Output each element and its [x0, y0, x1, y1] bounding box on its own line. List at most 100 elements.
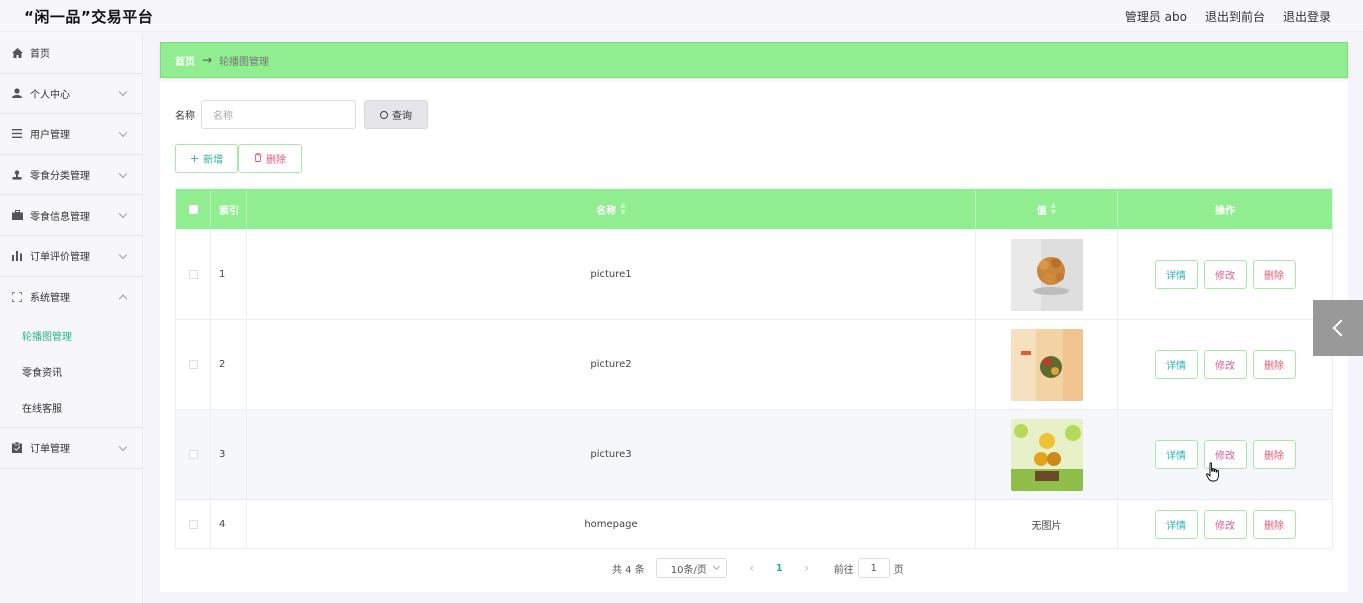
delete-button[interactable]: 删除 — [1252, 509, 1296, 539]
row-name: picture1 — [247, 230, 976, 319]
next-page-button[interactable]: › — [800, 561, 814, 575]
sidebar-item-users[interactable]: 用户管理 — [0, 114, 142, 155]
edit-button[interactable]: 修改 — [1203, 350, 1247, 379]
page-size-value: 10条/页 — [670, 564, 707, 576]
search-button-label: 查询 — [392, 111, 412, 122]
row-select[interactable] — [176, 320, 211, 409]
chevron-left-icon — [1332, 319, 1349, 337]
list-icon — [11, 128, 23, 140]
breadcrumb-home[interactable]: 首页 — [175, 53, 195, 68]
chevron-down-icon — [118, 442, 128, 451]
table-row: 3 picture3 详情 修改 删除 — [176, 409, 1332, 499]
row-select[interactable] — [176, 500, 211, 548]
sort-icon[interactable]: ▲ ▼ — [1051, 202, 1056, 216]
logout-link[interactable]: 退出登录 — [1283, 8, 1331, 25]
row-select[interactable] — [176, 410, 211, 499]
sidebar-item-snack-category[interactable]: 零食分类管理 — [0, 155, 142, 196]
home-icon — [11, 47, 23, 59]
sidebar-sub-snack-news[interactable]: 零食资讯 — [0, 353, 142, 389]
row-index: 2 — [211, 320, 247, 409]
chevron-down-icon — [118, 169, 128, 178]
goto-page-input[interactable]: 1 — [857, 558, 890, 578]
row-checkbox[interactable] — [188, 519, 198, 529]
detail-button[interactable]: 详情 — [1154, 509, 1198, 539]
floating-collapse-tab[interactable] — [1313, 300, 1363, 356]
delete-button[interactable]: 删除 — [1252, 350, 1296, 379]
detail-button[interactable]: 详情 — [1154, 350, 1198, 379]
chevron-down-icon — [118, 128, 128, 138]
detail-button[interactable]: 详情 — [1154, 440, 1198, 469]
header-value-label: 值 — [1036, 205, 1047, 217]
table-row: 1 picture1 详情 修改 删除 — [176, 229, 1332, 319]
bar-chart-icon — [11, 250, 23, 262]
page-number[interactable]: 1 — [776, 563, 783, 574]
goto-label: 前往 — [833, 564, 854, 576]
chevron-up-icon — [118, 294, 128, 303]
sidebar-item-label: 个人中心 — [30, 89, 70, 101]
sidebar-item-label: 用户管理 — [30, 130, 70, 142]
row-value — [976, 230, 1118, 319]
search-row: 名称 名称 查询 — [175, 100, 428, 129]
header-value[interactable]: 值 ▲ ▼ — [976, 189, 1118, 229]
row-checkbox[interactable] — [188, 360, 198, 369]
row-checkbox[interactable] — [188, 450, 198, 459]
sidebar-item-label: 订单评价管理 — [30, 252, 90, 264]
batch-delete-label: 删除 — [266, 155, 286, 166]
brand-title: “闲一品”交易平台 — [24, 8, 154, 26]
breadcrumb-arrow: → — [202, 53, 213, 67]
sidebar-item-system[interactable]: 系统管理 — [0, 277, 142, 318]
search-button[interactable]: 查询 — [364, 100, 428, 129]
pagination: 共 4 条 10条/页 ‹ 1 › 前往 1 页 — [612, 558, 904, 578]
page-size-select[interactable]: 10条/页 — [655, 558, 727, 578]
pagination-total: 共 4 条 — [612, 564, 645, 576]
carousel-image-thumbnail[interactable] — [1010, 328, 1083, 401]
row-value — [976, 320, 1118, 409]
page-suffix: 页 — [893, 564, 904, 576]
batch-delete-button[interactable]: 删除 — [238, 144, 302, 173]
back-to-front-link[interactable]: 退出到前台 — [1205, 8, 1265, 25]
delete-button[interactable]: 删除 — [1252, 440, 1296, 469]
sidebar-item-label: 零食分类管理 — [30, 171, 90, 183]
main-content: 首页 → 轮播图管理 名称 名称 查询 + 新增 删除 索引 名称 ▲ ▼ 值 … — [160, 42, 1348, 592]
carousel-image-thumbnail[interactable] — [1010, 238, 1083, 311]
chevron-down-icon — [118, 250, 128, 259]
row-select[interactable] — [176, 230, 211, 319]
top-bar: “闲一品”交易平台 管理员 abo 退出到前台 退出登录 — [0, 0, 1363, 32]
detail-button[interactable]: 详情 — [1154, 260, 1198, 289]
chevron-down-icon — [118, 209, 128, 219]
sidebar-sub-online-service[interactable]: 在线客服 — [0, 389, 142, 425]
row-name: picture2 — [247, 320, 976, 409]
sidebar-item-home[interactable]: 首页 — [0, 33, 142, 74]
add-button-label: 新增 — [203, 155, 224, 166]
hand-cursor-icon — [1206, 462, 1220, 482]
data-table: 索引 名称 ▲ ▼ 值 ▲ ▼ 操作 1 picture1 详情 修改 删除 2… — [175, 188, 1333, 549]
sidebar-item-order-review[interactable]: 订单评价管理 — [0, 236, 142, 277]
edit-button[interactable]: 修改 — [1203, 509, 1247, 539]
breadcrumb-current: 轮播图管理 — [219, 56, 270, 68]
prev-page-button[interactable]: ‹ — [745, 561, 759, 575]
header-name[interactable]: 名称 ▲ ▼ — [247, 189, 976, 229]
delete-button[interactable]: 删除 — [1252, 260, 1296, 289]
sidebar-sub-carousel[interactable]: 轮播图管理 — [0, 317, 142, 353]
search-input[interactable]: 名称 — [201, 100, 356, 129]
add-button[interactable]: + 新增 — [175, 144, 238, 173]
sidebar-item-personal[interactable]: 个人中心 — [0, 74, 142, 115]
system-menu-group: 系统管理 轮播图管理 零食资讯 在线客服 — [0, 277, 142, 429]
sidebar-item-snack-info[interactable]: 零食信息管理 — [0, 195, 142, 236]
search-label: 名称 — [175, 111, 195, 122]
briefcase-icon — [11, 209, 23, 221]
row-name: picture3 — [247, 410, 976, 499]
chevron-down-icon — [712, 562, 720, 571]
row-checkbox[interactable] — [188, 270, 198, 279]
sort-icon[interactable]: ▲ ▼ — [620, 202, 625, 216]
select-all-checkbox[interactable] — [188, 204, 198, 214]
carousel-image-thumbnail[interactable] — [1010, 418, 1083, 491]
user-icon — [11, 87, 23, 99]
header-select-all[interactable] — [176, 189, 211, 229]
edit-button[interactable]: 修改 — [1203, 260, 1247, 289]
clipboard-icon — [11, 442, 23, 454]
sidebar-item-order[interactable]: 订单管理 — [0, 428, 142, 469]
row-ops: 详情 修改 删除 — [1118, 500, 1332, 548]
header-index: 索引 — [211, 189, 247, 229]
breadcrumb: 首页 → 轮播图管理 — [160, 42, 1348, 78]
